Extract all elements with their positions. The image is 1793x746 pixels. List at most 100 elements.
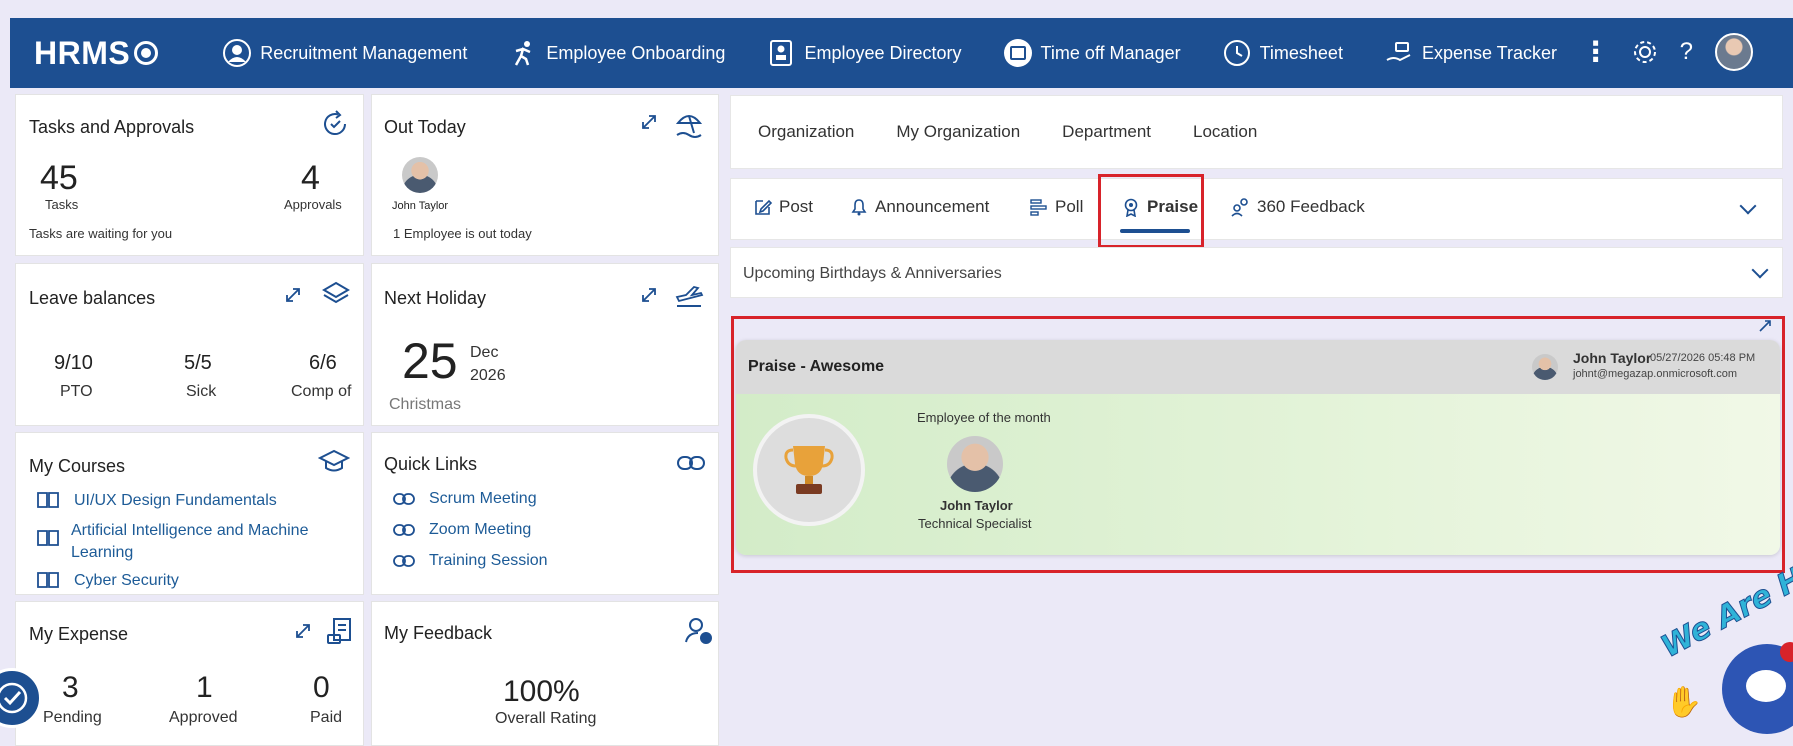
author-name[interactable]: John Taylor bbox=[1573, 350, 1651, 366]
my-expense-card: My Expense 3 Pending 1 Approved 0 Paid bbox=[15, 601, 364, 746]
approved-count[interactable]: 1 bbox=[196, 671, 213, 705]
nav-label: Recruitment Management bbox=[260, 42, 468, 63]
expand-icon[interactable] bbox=[284, 286, 302, 304]
expand-icon[interactable] bbox=[640, 286, 658, 304]
top-right-actions: ⋮ ? bbox=[1582, 33, 1753, 71]
nav-employee-onboarding[interactable]: Employee Onboarding bbox=[508, 38, 725, 68]
help-icon[interactable]: ? bbox=[1680, 38, 1693, 66]
beach-umbrella-icon bbox=[675, 115, 703, 138]
quick-link[interactable]: Training Session bbox=[429, 552, 548, 570]
holiday-year: 2026 bbox=[470, 367, 506, 384]
link-icon bbox=[393, 493, 415, 505]
paid-count[interactable]: 0 bbox=[313, 671, 330, 705]
more-menu-icon[interactable]: ⋮ bbox=[1582, 38, 1610, 66]
quick-link[interactable]: Scrum Meeting bbox=[429, 490, 537, 508]
gear-icon[interactable] bbox=[1632, 39, 1658, 65]
holiday-month: Dec bbox=[470, 344, 499, 361]
card-title: My Expense bbox=[29, 624, 129, 644]
nav-label: Time off Manager bbox=[1040, 42, 1181, 63]
card-title: Next Holiday bbox=[384, 288, 487, 308]
tab-announcement[interactable]: Announcement bbox=[849, 197, 989, 217]
runner-icon bbox=[515, 41, 531, 66]
pto-label: PTO bbox=[60, 383, 93, 400]
refresh-check-icon[interactable] bbox=[320, 109, 350, 139]
nav-label: Employee Onboarding bbox=[546, 42, 726, 63]
nav-time-off-manager[interactable]: Time off Manager bbox=[1003, 38, 1181, 68]
comp-off-label: Comp of bbox=[291, 383, 352, 400]
pending-count[interactable]: 3 bbox=[62, 671, 79, 705]
employee-role: Technical Specialist bbox=[918, 516, 1032, 531]
tasks-label: Tasks bbox=[45, 197, 79, 212]
author-avatar[interactable] bbox=[1532, 354, 1558, 380]
quick-link[interactable]: Zoom Meeting bbox=[429, 521, 531, 539]
receipt-icon bbox=[327, 618, 351, 644]
waving-hand-icon: ✋ bbox=[1665, 686, 1703, 719]
people-feedback-icon bbox=[1231, 198, 1248, 217]
layers-icon bbox=[322, 281, 350, 304]
nav-timesheet[interactable]: Timesheet bbox=[1222, 38, 1343, 68]
book-icon bbox=[37, 492, 59, 508]
expand-icon[interactable] bbox=[1757, 318, 1773, 334]
my-feedback-card: My Feedback 100% Overall Rating bbox=[371, 601, 719, 746]
chevron-down-icon[interactable] bbox=[1739, 197, 1757, 215]
birthdays-anniversaries-bar[interactable]: Upcoming Birthdays & Anniversaries bbox=[730, 247, 1783, 298]
employee-avatar[interactable] bbox=[402, 157, 438, 193]
card-title: My Feedback bbox=[384, 623, 493, 643]
nav-recruitment-management[interactable]: Recruitment Management bbox=[222, 38, 467, 68]
tasks-count[interactable]: 45 bbox=[40, 159, 78, 198]
sick-value: 5/5 bbox=[184, 352, 212, 374]
employee-avatar[interactable] bbox=[947, 436, 1003, 492]
tab-location[interactable]: Location bbox=[1193, 122, 1257, 142]
praise-card-body: Employee of the month John Taylor Techni… bbox=[736, 394, 1780, 555]
nav-label: Employee Directory bbox=[804, 42, 962, 63]
book-icon bbox=[37, 530, 59, 546]
card-title: Quick Links bbox=[384, 454, 478, 474]
active-tab-indicator bbox=[1120, 229, 1190, 233]
tab-poll[interactable]: Poll bbox=[1029, 197, 1083, 217]
approved-label: Approved bbox=[169, 709, 238, 726]
card-title: My Courses bbox=[29, 456, 126, 476]
logo-text: HRMS bbox=[34, 34, 131, 71]
card-title: Out Today bbox=[384, 117, 466, 137]
employee-name[interactable]: John Taylor bbox=[940, 498, 1013, 513]
tab-post[interactable]: Post bbox=[753, 197, 813, 217]
user-avatar[interactable] bbox=[1715, 33, 1753, 71]
person-circle-icon bbox=[223, 39, 252, 67]
course-link[interactable]: Cyber Security bbox=[74, 572, 179, 590]
calendar-icon bbox=[1003, 39, 1032, 67]
trophy-badge bbox=[753, 414, 865, 526]
expand-icon[interactable] bbox=[294, 622, 312, 640]
tab-my-organization[interactable]: My Organization bbox=[896, 122, 1020, 142]
praise-post-card: Praise - Awesome John Taylor 05/27/2026 … bbox=[736, 340, 1780, 555]
bell-icon bbox=[851, 199, 867, 216]
paid-label: Paid bbox=[310, 709, 343, 726]
app-logo[interactable]: HRMS bbox=[34, 34, 159, 72]
tab-label: Announcement bbox=[875, 197, 990, 216]
tab-label: Post bbox=[779, 197, 814, 216]
approvals-count[interactable]: 4 bbox=[301, 159, 320, 198]
course-link[interactable]: Artificial Intelligence and Machine Lear… bbox=[71, 520, 341, 564]
main-nav: Recruitment Management Employee Onboardi… bbox=[222, 38, 1598, 68]
my-courses-card: My Courses UI/UX Design Fundamentals Art… bbox=[15, 432, 364, 595]
holiday-name: Christmas bbox=[389, 396, 462, 413]
tab-360-feedback[interactable]: 360 Feedback bbox=[1231, 197, 1365, 217]
expand-icon[interactable] bbox=[640, 113, 658, 131]
nav-employee-directory[interactable]: Employee Directory bbox=[766, 38, 962, 68]
out-today-card: Out Today John Taylor 1 Employee is out … bbox=[371, 94, 719, 256]
clock-icon bbox=[1223, 40, 1250, 66]
chevron-down-icon[interactable] bbox=[1751, 261, 1769, 279]
directory-icon bbox=[770, 40, 793, 66]
card-title: Leave balances bbox=[29, 288, 156, 308]
tab-label: Poll bbox=[1055, 197, 1084, 216]
tab-department[interactable]: Department bbox=[1062, 122, 1151, 142]
next-holiday-card: Next Holiday 25 Dec 2026 Christmas bbox=[371, 263, 719, 426]
notification-dot bbox=[1780, 642, 1793, 662]
link-icon bbox=[393, 524, 415, 536]
trophy-icon bbox=[784, 446, 834, 494]
card-title: Tasks and Approvals bbox=[29, 117, 195, 137]
nav-label: Expense Tracker bbox=[1421, 42, 1558, 63]
graduation-cap-icon bbox=[318, 449, 350, 472]
nav-expense-tracker[interactable]: Expense Tracker bbox=[1384, 38, 1557, 68]
course-link[interactable]: UI/UX Design Fundamentals bbox=[74, 492, 277, 510]
tab-organization[interactable]: Organization bbox=[758, 122, 854, 142]
